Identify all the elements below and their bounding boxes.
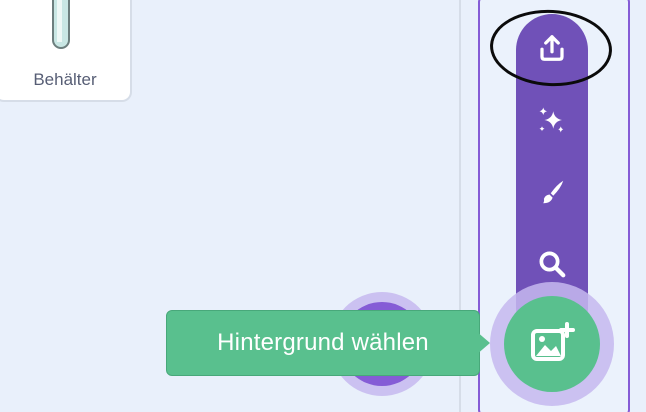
search-icon (539, 251, 566, 278)
paintbrush-icon (543, 180, 564, 204)
sparkles-icon (539, 107, 564, 133)
choose-backdrop-tooltip: Hintergrund wählen (166, 310, 480, 376)
paint-button[interactable] (516, 164, 588, 220)
choose-backdrop-button[interactable] (504, 296, 600, 392)
image-plus-icon (531, 322, 575, 361)
sprite-tile[interactable]: Behälter (0, 0, 132, 102)
surprise-button[interactable] (516, 92, 588, 148)
sprite-name-label: Behälter (33, 70, 97, 89)
editor-area: Behälter Hintergrund wählen (0, 0, 646, 412)
tooltip-arrow (476, 331, 490, 355)
container-thumbnail (52, 0, 70, 49)
